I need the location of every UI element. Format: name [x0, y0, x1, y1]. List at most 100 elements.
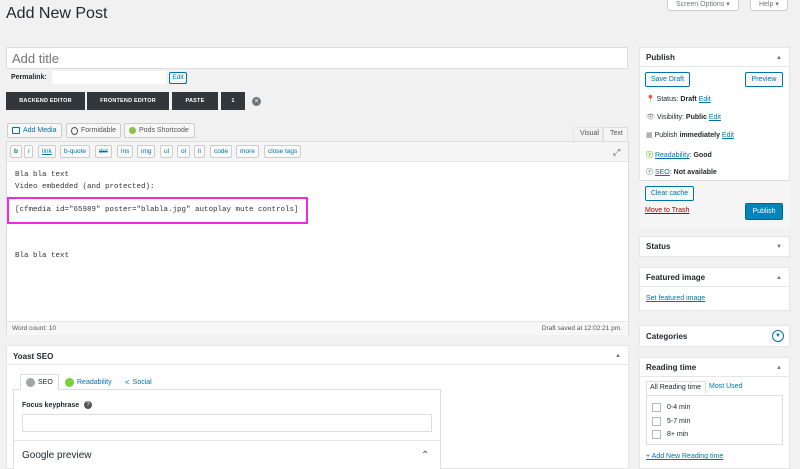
qt-bquote-button[interactable]: b-quote [60, 145, 91, 158]
qt-img-button[interactable]: img [137, 145, 156, 158]
qt-more-button[interactable]: more [236, 145, 259, 158]
editor-status-bar: Word count: 10 Draft saved at 12:02:21 p… [7, 321, 628, 335]
collapse-arrow-icon[interactable]: ▲ [615, 353, 621, 359]
paste-button[interactable]: PASTE [172, 92, 218, 110]
qt-link-button[interactable]: link [38, 145, 56, 158]
shortcode-highlight [7, 197, 308, 224]
pods-icon [129, 127, 136, 134]
readability-smile-icon [65, 377, 74, 387]
categories-title: Categories [646, 332, 688, 341]
readability-row: ⓨ Readability: Good [646, 152, 712, 159]
publish-date-row: ▦ Publish immediately Edit [646, 132, 734, 139]
categories-expand-icon[interactable]: ▼ [772, 330, 784, 342]
option-0-4-label: 0-4 min [667, 404, 691, 411]
move-to-trash-link[interactable]: Move to Trash [645, 207, 689, 214]
seo-row: ⓨ SEO: Not available [646, 169, 717, 176]
qt-li-button[interactable]: li [194, 145, 205, 158]
qt-ins-button[interactable]: ins [117, 145, 134, 158]
add-media-button[interactable]: Add Media [7, 123, 62, 138]
status-panel-title: Status [646, 242, 671, 251]
readability-icon: ⓨ [646, 152, 653, 159]
publish-date-edit-link[interactable]: Edit [722, 132, 734, 139]
share-icon: < [125, 377, 130, 387]
visibility-edit-link[interactable]: Edit [709, 114, 721, 121]
qt-italic-button[interactable]: i [24, 145, 34, 158]
tab-all-reading-time[interactable]: All Reading time [646, 381, 706, 395]
draft-saved-time: Draft saved at 12:02:21 pm. [541, 325, 622, 332]
yoast-tab-social[interactable]: < Social [120, 374, 157, 390]
save-draft-button[interactable]: Save Draft [645, 72, 690, 87]
featured-image-collapse-icon[interactable]: ▲ [776, 275, 782, 281]
frontend-editor-button[interactable]: FRONTEND EDITOR [87, 92, 169, 110]
qt-ul-button[interactable]: ul [160, 145, 174, 158]
preview-button[interactable]: Preview [745, 72, 783, 87]
clear-cache-button[interactable]: Clear cache [645, 186, 694, 201]
count-button[interactable]: 1 [221, 92, 245, 110]
qt-ol-button[interactable]: ol [177, 145, 191, 158]
close-icon[interactable]: × [252, 97, 261, 106]
pods-shortcode-button[interactable]: Pods Shortcode [124, 123, 195, 138]
formidable-button[interactable]: Formidable [66, 123, 121, 138]
set-featured-image-link[interactable]: Set featured image [646, 295, 705, 302]
yoast-tab-social-label: Social [132, 378, 152, 386]
seo-score-icon [26, 378, 35, 387]
post-title-input[interactable] [6, 47, 628, 69]
seo-link[interactable]: SEO [655, 169, 670, 176]
publish-collapse-icon[interactable]: ▲ [776, 55, 782, 61]
status-expand-icon[interactable]: ▼ [776, 244, 782, 250]
publish-title: Publish [646, 53, 675, 62]
permalink-url[interactable] [52, 71, 166, 84]
formidable-icon [71, 126, 78, 135]
eye-icon: 👁 [646, 114, 655, 121]
google-preview-title[interactable]: Google preview [22, 450, 91, 461]
checkbox-5-7[interactable] [652, 417, 661, 426]
yoast-tab-readability-label: Readability [77, 378, 112, 386]
qt-close-tags-button[interactable]: close tags [264, 145, 302, 158]
chevron-up-icon[interactable]: ⌃ [421, 450, 429, 461]
status-edit-link[interactable]: Edit [699, 96, 711, 103]
yoast-tab-seo[interactable]: SEO [20, 374, 59, 391]
editor-area[interactable] [6, 141, 629, 335]
reading-time-collapse-icon[interactable]: ▲ [776, 365, 782, 371]
fullscreen-icon[interactable]: ⤢ [613, 147, 620, 158]
editor-line-1: Bla bla text [15, 171, 70, 179]
focus-keyphrase-input[interactable] [22, 414, 432, 432]
reading-time-title: Reading time [646, 363, 697, 372]
add-media-label: Add Media [23, 127, 57, 134]
focus-keyphrase-label: Focus keyphrase [22, 402, 80, 409]
status-row: 📍 Status: Draft Edit [646, 96, 711, 103]
visibility-row: 👁 Visibility: Public Edit [646, 114, 721, 121]
option-8-plus-label: 8+ min [667, 431, 689, 438]
checkbox-8-plus[interactable] [652, 430, 661, 439]
add-new-reading-time-link[interactable]: + Add New Reading time [646, 453, 723, 460]
formidable-label: Formidable [80, 127, 116, 134]
pin-icon: 📍 [646, 96, 655, 103]
tab-visual[interactable]: Visual [580, 130, 599, 137]
qt-del-button[interactable]: del [95, 145, 112, 158]
tab-most-used[interactable]: Most Used [709, 383, 742, 390]
media-icon [12, 127, 20, 134]
seo-icon: ⓨ [646, 169, 653, 176]
tab-text[interactable]: Text [610, 130, 623, 137]
featured-image-title: Featured image [646, 273, 706, 282]
calendar-icon: ▦ [646, 132, 653, 139]
help-icon[interactable]: ? [84, 401, 92, 409]
editor-line-4: Bla bla text [15, 252, 70, 260]
screen-options-button[interactable]: Screen Options ▾ [667, 0, 739, 11]
backend-editor-button[interactable]: BACKEND EDITOR [6, 92, 85, 110]
qt-code-button[interactable]: code [210, 145, 233, 158]
permalink-label: Permalink: [11, 74, 47, 81]
readability-link[interactable]: Readability [655, 152, 690, 159]
qt-bold-button[interactable]: b [10, 145, 22, 158]
yoast-tab-seo-label: SEO [38, 379, 53, 386]
page-title: Add New Post [6, 5, 108, 22]
word-count: Word count: 10 [12, 325, 56, 332]
yoast-title: Yoast SEO [13, 352, 54, 361]
pods-shortcode-label: Pods Shortcode [139, 127, 189, 134]
checkbox-0-4[interactable] [652, 403, 661, 412]
help-button[interactable]: Help ▾ [750, 0, 788, 11]
editor-line-2: Video embedded (and protected): [15, 183, 155, 191]
publish-button[interactable]: Publish [745, 203, 783, 220]
permalink-edit-button[interactable]: Edit [169, 72, 187, 84]
yoast-tab-readability[interactable]: Readability [60, 374, 117, 390]
